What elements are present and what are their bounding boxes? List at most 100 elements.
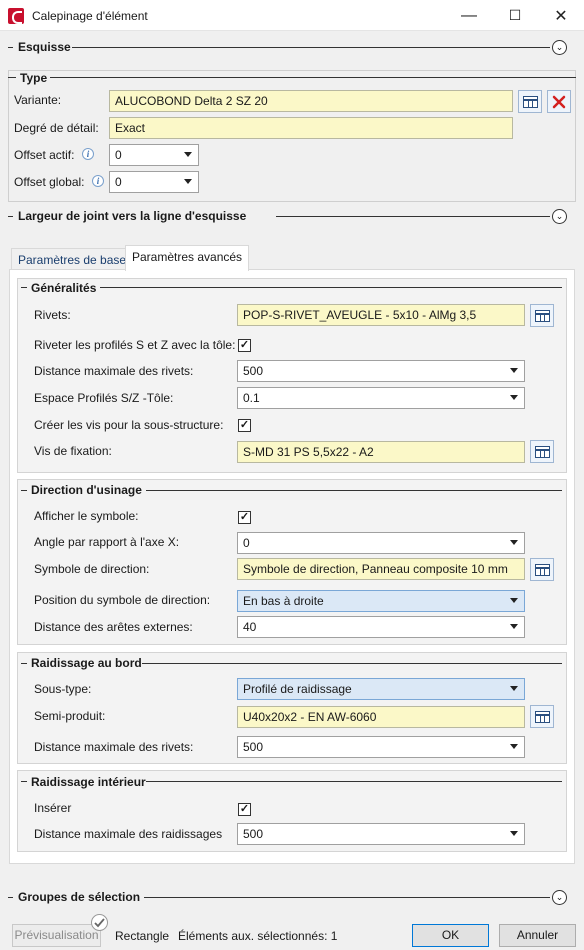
riveter-label: Riveter les profilés S et Z avec la tôle…: [34, 338, 236, 352]
chevron-down-icon: [510, 744, 518, 749]
distance-rivets-label: Distance maximale des rivets:: [34, 364, 194, 378]
aretes-label: Distance des arêtes externes:: [34, 620, 193, 634]
inserer-checkbox[interactable]: ✓: [238, 803, 251, 816]
chevron-down-icon: [510, 686, 518, 691]
chevron-down-icon: [510, 368, 518, 373]
chevron-down-icon: [510, 540, 518, 545]
maximize-button[interactable]: ☐: [492, 0, 538, 31]
chevron-down-icon: [184, 152, 192, 157]
chevron-down-icon: [184, 179, 192, 184]
variante-field[interactable]: ALUCOBOND Delta 2 SZ 20: [109, 90, 513, 112]
soustype-label: Sous-type:: [34, 682, 92, 696]
creer-vis-checkbox[interactable]: ✓: [238, 419, 251, 432]
info-icon[interactable]: i: [82, 148, 94, 160]
semi-produit-table-button[interactable]: [530, 705, 554, 728]
bord-distance-label: Distance maximale des rivets:: [34, 740, 194, 754]
angle-combo[interactable]: 0: [237, 532, 525, 554]
ok-button[interactable]: OK: [412, 924, 489, 947]
section-largeur[interactable]: Largeur de joint vers la ligne d'esquiss…: [0, 204, 584, 230]
position-combo[interactable]: En bas à droite: [237, 590, 525, 612]
window-title: Calepinage d'élément: [32, 9, 148, 23]
section-largeur-title: Largeur de joint vers la ligne d'esquiss…: [18, 209, 247, 223]
riveter-checkbox[interactable]: ✓: [238, 339, 251, 352]
symbole-table-button[interactable]: [530, 558, 554, 581]
afficher-checkbox[interactable]: ✓: [238, 511, 251, 524]
int-distance-value: 500: [243, 827, 264, 841]
offset-global-label: Offset global:: [14, 175, 85, 189]
section-groupes-title: Groupes de sélection: [18, 890, 141, 904]
inserer-label: Insérer: [34, 801, 72, 815]
bord-distance-combo[interactable]: 500: [237, 736, 525, 758]
info-icon[interactable]: i: [92, 175, 104, 187]
semi-produit-label: Semi-produit:: [34, 709, 106, 723]
table-icon: [534, 309, 550, 322]
cancel-button[interactable]: Annuler: [499, 924, 576, 947]
rivets-label: Rivets:: [34, 308, 71, 322]
tab-parametres-avances[interactable]: Paramètres avancés: [125, 245, 250, 271]
offset-actif-value: 0: [115, 148, 122, 162]
title-bar: Calepinage d'élément — ☐ ✕: [0, 0, 584, 31]
angle-label: Angle par rapport à l'axe X:: [34, 535, 180, 549]
position-value: En bas à droite: [243, 594, 324, 608]
section-esquisse[interactable]: Esquisse ⌄: [0, 35, 584, 61]
variante-table-button[interactable]: [518, 90, 542, 113]
int-distance-label: Distance maximale des raidissages: [34, 827, 223, 841]
tab-parametres-base[interactable]: Paramètres de base: [11, 248, 134, 270]
minimize-button[interactable]: —: [446, 0, 492, 31]
rivets-table-button[interactable]: [530, 304, 554, 327]
chevron-down-icon: [510, 624, 518, 629]
offset-actif-label: Offset actif:: [14, 148, 75, 162]
soustype-value: Profilé de raidissage: [243, 682, 352, 696]
creer-vis-label: Créer les vis pour la sous-structure:: [34, 418, 224, 432]
app-icon: [8, 8, 24, 24]
chevron-down-icon: [510, 395, 518, 400]
chevron-circle-icon[interactable]: ⌄: [552, 890, 567, 905]
table-icon: [534, 563, 550, 576]
rivets-field[interactable]: POP-S-RIVET_AVEUGLE - 5x10 - AlMg 3,5: [237, 304, 525, 326]
vis-fixation-label: Vis de fixation:: [34, 444, 112, 458]
semi-produit-field[interactable]: U40x20x2 - EN AW-6060: [237, 706, 525, 728]
chevron-circle-icon[interactable]: ⌄: [552, 40, 567, 55]
offset-global-combo[interactable]: 0: [109, 171, 199, 193]
rectangle-label: Rectangle: [115, 929, 170, 943]
chevron-down-icon: [510, 831, 518, 836]
table-icon: [534, 445, 550, 458]
section-esquisse-title: Esquisse: [18, 40, 71, 54]
close-button[interactable]: ✕: [538, 0, 584, 31]
int-distance-combo[interactable]: 500: [237, 823, 525, 845]
symbole-label: Symbole de direction:: [34, 562, 150, 576]
afficher-label: Afficher le symbole:: [34, 509, 139, 523]
vis-table-button[interactable]: [530, 440, 554, 463]
position-label: Position du symbole de direction:: [34, 593, 211, 607]
generalites-title: Généralités: [31, 281, 97, 295]
soustype-combo[interactable]: Profilé de raidissage: [237, 678, 525, 700]
offset-actif-combo[interactable]: 0: [109, 144, 199, 166]
variante-label: Variante:: [14, 93, 62, 107]
chevron-circle-icon[interactable]: ⌄: [552, 209, 567, 224]
vis-fixation-field[interactable]: S-MD 31 PS 5,5x22 - A2: [237, 441, 525, 463]
symbole-field[interactable]: Symbole de direction, Panneau composite …: [237, 558, 525, 580]
aretes-value: 40: [243, 620, 257, 634]
chevron-down-icon: [510, 598, 518, 603]
variante-delete-button[interactable]: [547, 90, 571, 113]
preview-status-icon: [91, 914, 108, 931]
direction-title: Direction d'usinage: [31, 483, 142, 497]
espace-combo[interactable]: 0.1: [237, 387, 525, 409]
red-x-icon: [552, 95, 566, 108]
raidissage-int-title: Raidissage intérieur: [31, 775, 146, 789]
section-type-title: Type: [20, 71, 48, 85]
degre-label: Degré de détail:: [14, 121, 99, 135]
bord-distance-value: 500: [243, 740, 264, 754]
selected-count: Éléments aux. sélectionnés: 1: [178, 929, 338, 943]
section-groupes[interactable]: Groupes de sélection ⌄: [0, 885, 584, 911]
degre-field[interactable]: Exact: [109, 117, 513, 139]
espace-label: Espace Profilés S/Z -Tôle:: [34, 391, 174, 405]
preview-button[interactable]: Prévisualisation: [12, 924, 101, 947]
aretes-combo[interactable]: 40: [237, 616, 525, 638]
offset-global-value: 0: [115, 175, 122, 189]
distance-rivets-value: 500: [243, 364, 264, 378]
distance-rivets-combo[interactable]: 500: [237, 360, 525, 382]
angle-value: 0: [243, 536, 250, 550]
table-icon: [534, 710, 550, 723]
table-icon: [522, 95, 538, 108]
